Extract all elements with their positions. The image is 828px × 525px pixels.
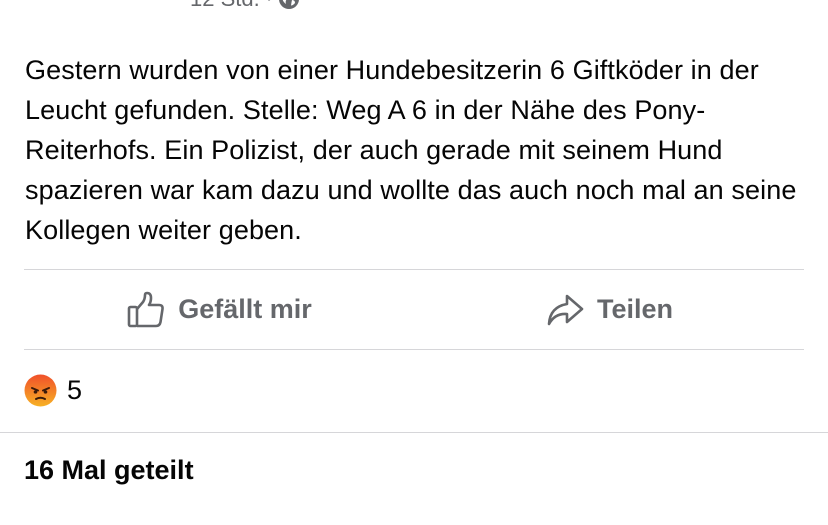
- reaction-count: 5: [67, 374, 83, 405]
- post-text: Gestern wurden von einer Hundebesitzerin…: [25, 55, 797, 245]
- thumbs-up-icon: [127, 291, 165, 327]
- divider: [24, 349, 804, 350]
- meta-separator: ·: [266, 0, 273, 11]
- globe-icon: [279, 0, 300, 9]
- post-meta: 12 Std. ·: [190, 0, 300, 12]
- divider: [0, 432, 828, 433]
- reaction-summary[interactable]: 5: [24, 372, 82, 408]
- share-button[interactable]: Teilen: [414, 270, 804, 349]
- share-arrow-icon: [547, 294, 584, 325]
- post-actions: Gefällt mir Teilen: [24, 270, 804, 349]
- share-count[interactable]: 16 Mal geteilt: [24, 455, 194, 486]
- like-button[interactable]: Gefällt mir: [24, 270, 414, 349]
- like-label: Gefällt mir: [178, 294, 312, 324]
- post-timestamp[interactable]: 12 Std.: [190, 0, 260, 12]
- facebook-post: 12 Std. · Gestern wurden von einer Hunde…: [0, 0, 828, 525]
- share-label: Teilen: [596, 294, 674, 324]
- angry-emoji-icon: [24, 374, 57, 406]
